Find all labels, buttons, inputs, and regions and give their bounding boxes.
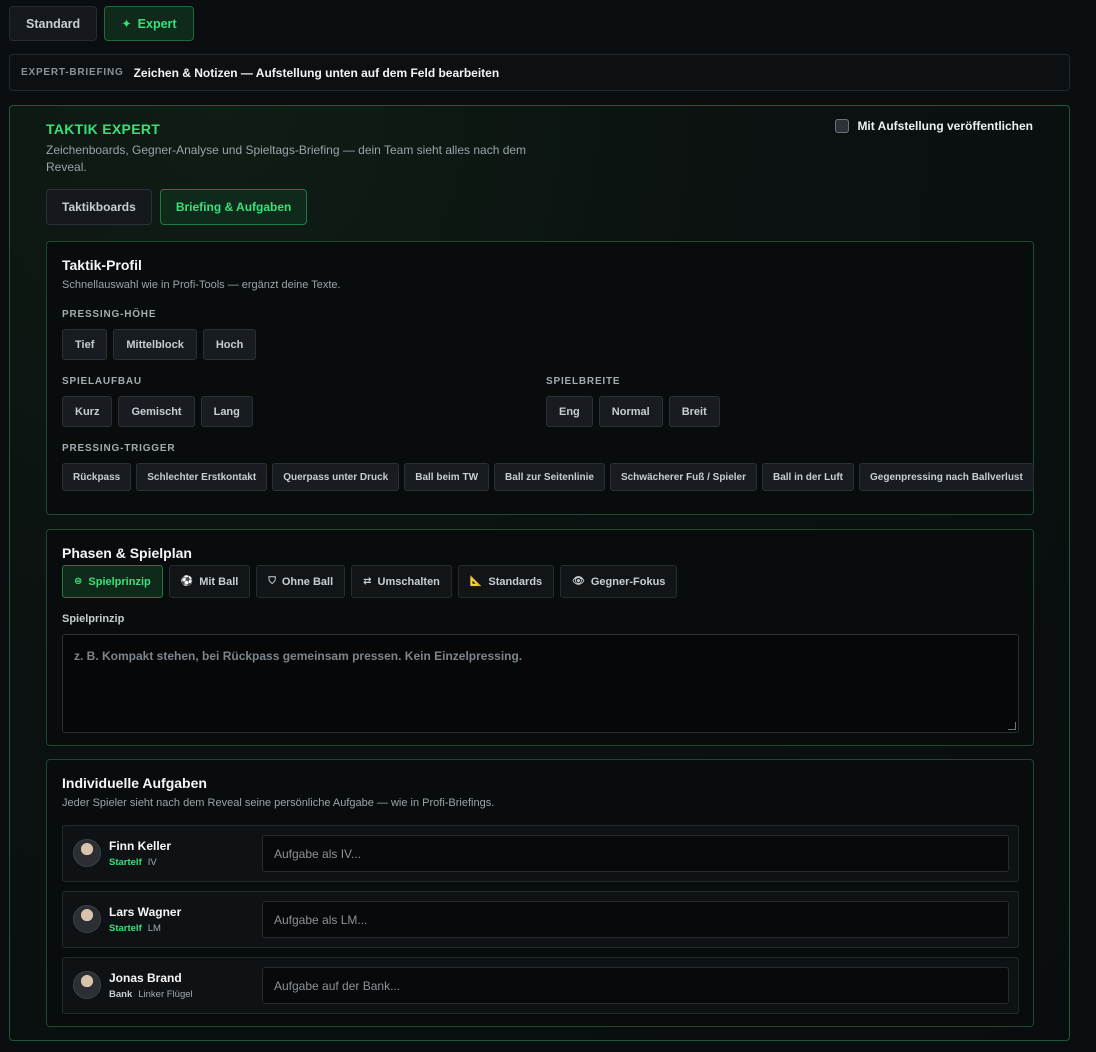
player-task-row: Finn Keller Startelf IV Aufgabe als IV..… <box>62 825 1019 882</box>
swap-arrows-icon: ⇄ <box>363 576 372 587</box>
task-placeholder: Aufgabe auf der Bank... <box>274 978 401 993</box>
trigger-options: Rückpass Schlechter Erstkontakt Querpass… <box>62 463 1034 491</box>
phase-label: Mit Ball <box>199 575 239 588</box>
publish-label: Mit Aufstellung veröffentlichen <box>857 119 1033 133</box>
phasen-spielplan-card: Phasen & Spielplan ⊜ Spielprinzip ⚽ Mit … <box>46 529 1034 746</box>
briefing-tag: EXPERT-BRIEFING <box>21 67 124 78</box>
player-position: LM <box>147 923 161 934</box>
trigger-rueckpass[interactable]: Rückpass <box>62 463 132 491</box>
mode-expert-button[interactable]: ✦ Expert <box>104 6 194 41</box>
taktik-profil-card: Taktik-Profil Schnellauswahl wie in Prof… <box>46 241 1034 515</box>
triangle-ruler-icon: 📐 <box>469 576 483 587</box>
phase-label: Gegner-Fokus <box>590 575 666 588</box>
phase-tab-spielprinzip[interactable]: ⊜ Spielprinzip <box>62 565 163 598</box>
textarea-placeholder: z. B. Kompakt stehen, bei Rückpass gemei… <box>74 649 523 663</box>
phase-tab-gegner-fokus[interactable]: 👁 Gegner-Fokus <box>560 565 678 598</box>
card-title: Phasen & Spielplan <box>62 545 192 561</box>
width-options: Eng Normal Breit <box>546 396 720 427</box>
resize-handle[interactable] <box>1008 722 1016 730</box>
option-lang[interactable]: Lang <box>200 396 253 427</box>
mode-expert-label: Expert <box>137 16 177 31</box>
width-label: SPIELBREITE <box>546 376 621 387</box>
phase-tab-standards[interactable]: 📐 Standards <box>457 565 555 598</box>
trigger-seitenlinie[interactable]: Ball zur Seitenlinie <box>494 463 605 491</box>
spielprinzip-textarea[interactable]: z. B. Kompakt stehen, bei Rückpass gemei… <box>62 634 1019 733</box>
avatar <box>73 839 101 867</box>
phase-label: Umschalten <box>377 575 440 588</box>
phase-tab-ohne-ball[interactable]: ⛉ Ohne Ball <box>256 565 346 598</box>
trigger-ball-luft[interactable]: Ball in der Luft <box>762 463 854 491</box>
shield-icon: ⛉ <box>268 576 276 587</box>
tab-taktikboards[interactable]: Taktikboards <box>46 189 152 225</box>
briefing-text: Zeichen & Notizen — Aufstellung unten au… <box>133 65 500 80</box>
avatar <box>73 971 101 999</box>
phase-tabs: ⊜ Spielprinzip ⚽ Mit Ball ⛉ Ohne Ball ⇄ … <box>62 565 678 598</box>
mode-standard-button[interactable]: Standard <box>9 6 98 41</box>
card-title: Taktik-Profil <box>62 257 142 273</box>
task-input[interactable]: Aufgabe als LM... <box>262 901 1009 938</box>
player-status: Bank <box>109 989 133 1000</box>
task-placeholder: Aufgabe als LM... <box>274 912 368 927</box>
task-input[interactable]: Aufgabe auf der Bank... <box>262 967 1009 1004</box>
publish-checkbox[interactable] <box>835 119 850 133</box>
player-meta: Startelf IV <box>109 857 157 868</box>
sparkle-icon: ✦ <box>121 17 132 31</box>
player-name: Jonas Brand <box>109 971 182 985</box>
spielprinzip-label: Spielprinzip <box>62 613 125 625</box>
trigger-label: PRESSING-TRIGGER <box>62 443 176 454</box>
trigger-erstkontakt[interactable]: Schlechter Erstkontakt <box>136 463 268 491</box>
target-icon: ⊜ <box>74 576 83 587</box>
phase-label: Ohne Ball <box>281 575 334 588</box>
soccer-ball-icon: ⚽ <box>180 576 194 587</box>
player-meta: Startelf LM <box>109 923 161 934</box>
option-tief[interactable]: Tief <box>62 329 108 360</box>
tab-briefing-aufgaben[interactable]: Briefing & Aufgaben <box>159 189 308 225</box>
card-title: Individuelle Aufgaben <box>62 775 207 791</box>
option-breit[interactable]: Breit <box>668 396 720 427</box>
phase-tab-mit-ball[interactable]: ⚽ Mit Ball <box>168 565 251 598</box>
phase-tab-umschalten[interactable]: ⇄ Umschalten <box>351 565 452 598</box>
trigger-schwacher-fuss[interactable]: Schwächerer Fuß / Spieler <box>609 463 757 491</box>
card-subtitle: Jeder Spieler sieht nach dem Reveal sein… <box>62 797 495 809</box>
eye-icon: 👁 <box>572 576 585 587</box>
option-kurz[interactable]: Kurz <box>62 396 113 427</box>
trigger-querpass[interactable]: Querpass unter Druck <box>272 463 400 491</box>
publish-with-lineup-toggle[interactable]: Mit Aufstellung veröffentlichen <box>835 119 1033 133</box>
player-status: Startelf <box>109 857 142 868</box>
player-meta: Bank Linker Flügel <box>109 989 193 1000</box>
avatar <box>73 905 101 933</box>
option-normal[interactable]: Normal <box>598 396 663 427</box>
player-name: Finn Keller <box>109 839 172 853</box>
player-position: IV <box>147 857 157 868</box>
trigger-ball-tw[interactable]: Ball beim TW <box>404 463 490 491</box>
player-status: Startelf <box>109 923 142 934</box>
option-eng[interactable]: Eng <box>546 396 593 427</box>
player-task-row: Jonas Brand Bank Linker Flügel Aufgabe a… <box>62 957 1019 1014</box>
buildup-options: Kurz Gemischt Lang <box>62 396 253 427</box>
panel-tabs: Taktikboards Briefing & Aufgaben <box>46 189 308 225</box>
player-name: Lars Wagner <box>109 905 182 919</box>
phase-label: Standards <box>488 575 543 588</box>
player-position: Linker Flügel <box>138 989 193 1000</box>
panel-title: TAKTIK EXPERT <box>46 121 161 137</box>
option-gemischt[interactable]: Gemischt <box>118 396 195 427</box>
expert-briefing-bar: EXPERT-BRIEFING Zeichen & Notizen — Aufs… <box>9 54 1070 91</box>
trigger-gegenpressing[interactable]: Gegenpressing nach Ballverlust <box>859 463 1034 491</box>
pressing-height-options: Tief Mittelblock Hoch <box>62 329 257 360</box>
mode-tabs: Standard ✦ Expert <box>9 6 194 41</box>
buildup-label: SPIELAUFBAU <box>62 376 142 387</box>
option-mittelblock[interactable]: Mittelblock <box>113 329 197 360</box>
mode-standard-label: Standard <box>26 16 81 31</box>
task-input[interactable]: Aufgabe als IV... <box>262 835 1009 872</box>
phase-label: Spielprinzip <box>88 575 151 588</box>
player-task-row: Lars Wagner Startelf LM Aufgabe als LM..… <box>62 891 1019 948</box>
taktik-expert-panel: TAKTIK EXPERT Zeichenboards, Gegner-Anal… <box>9 105 1070 1041</box>
pressing-height-label: PRESSING-HÖHE <box>62 309 157 320</box>
panel-description: Zeichenboards, Gegner-Analyse und Spielt… <box>46 143 527 174</box>
task-placeholder: Aufgabe als IV... <box>274 846 361 861</box>
card-subtitle: Schnellauswahl wie in Profi-Tools — ergä… <box>62 279 341 291</box>
individuelle-aufgaben-card: Individuelle Aufgaben Jeder Spieler sieh… <box>46 759 1034 1027</box>
option-hoch[interactable]: Hoch <box>202 329 257 360</box>
